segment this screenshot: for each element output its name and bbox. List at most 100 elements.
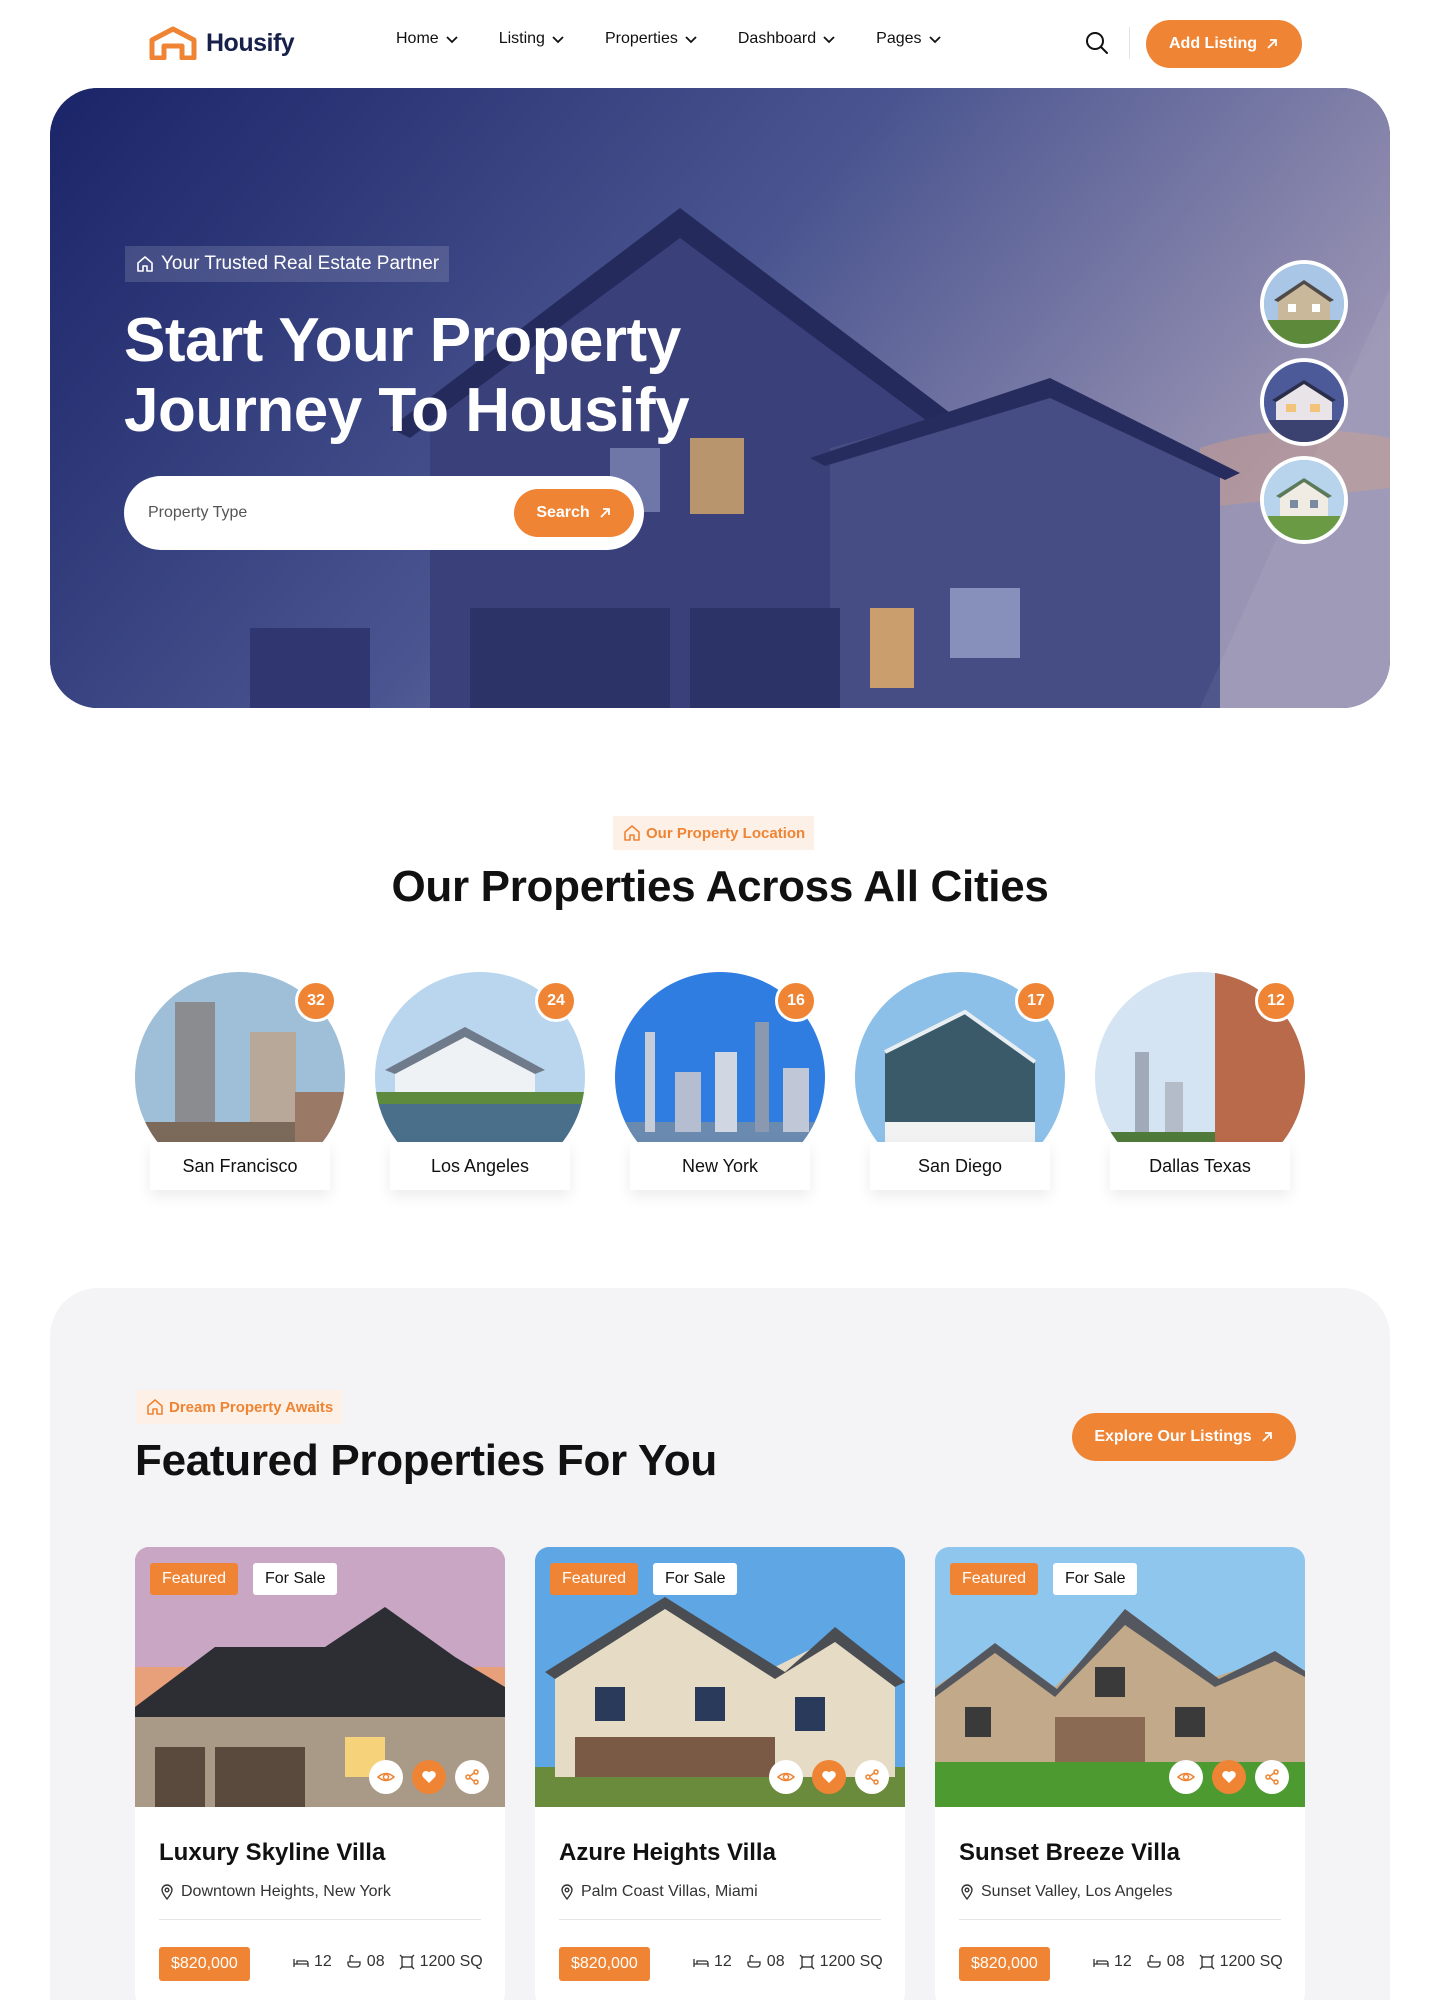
add-listing-button[interactable]: Add Listing — [1146, 20, 1302, 68]
baths-count: 08 — [366, 1953, 385, 1970]
baths-spec: 08 — [1146, 1953, 1185, 1971]
city-card-new-york[interactable]: 16 New York — [615, 972, 825, 1192]
location-pin-icon — [961, 1884, 973, 1900]
section-tag-text: Dream Property Awaits — [169, 1398, 334, 1416]
view-button[interactable] — [1169, 1760, 1203, 1794]
top-navbar: Housify Home Listing Properties Dashboar… — [0, 0, 1440, 88]
share-button[interactable] — [1255, 1760, 1289, 1794]
city-label: New York — [630, 1142, 810, 1190]
hero-thumbnail[interactable] — [1260, 456, 1348, 544]
baths-spec: 08 — [346, 1953, 385, 1971]
property-specs: 12 08 1200 SQ — [1093, 1953, 1283, 1971]
bath-icon — [1147, 1954, 1161, 1968]
menu-item-home[interactable]: Home — [396, 30, 459, 48]
menu-item-properties[interactable]: Properties — [605, 30, 698, 48]
hero-thumbnail[interactable] — [1260, 358, 1348, 446]
hero-banner: Your Trusted Real Estate Partner Start Y… — [50, 88, 1390, 708]
property-card[interactable]: Featured For Sale Azure Heights Villa Pa… — [535, 1547, 905, 2000]
featured-badge: Featured — [550, 1563, 639, 1595]
share-icon — [865, 1769, 879, 1785]
price-badge: $820,000 — [959, 1947, 1050, 1981]
beds-spec: 12 — [293, 1953, 332, 1971]
bed-icon — [693, 1959, 709, 1967]
explore-listings-button[interactable]: Explore Our Listings — [1072, 1413, 1296, 1461]
featured-badge: Featured — [150, 1563, 239, 1595]
favorite-button[interactable] — [412, 1760, 446, 1794]
menu-label: Listing — [498, 30, 545, 47]
property-specs: 12 08 1200 SQ — [293, 1953, 483, 1971]
address-text: Sunset Valley, Los Angeles — [981, 1883, 1173, 1900]
brand-logo[interactable]: Housify — [148, 26, 295, 60]
baths-count: 08 — [1166, 1953, 1185, 1970]
property-name: Azure Heights Villa — [559, 1839, 776, 1866]
home-icon — [147, 1399, 163, 1415]
city-card-los-angeles[interactable]: 24 Los Angeles — [375, 972, 585, 1192]
area-value: 1200 SQ — [419, 1953, 483, 1970]
city-card-san-diego[interactable]: 17 San Diego — [855, 972, 1065, 1192]
arrow-up-right-icon — [600, 508, 610, 518]
menu-item-pages[interactable]: Pages — [876, 30, 941, 48]
property-card[interactable]: Featured For Sale Luxury Skyline Villa D… — [135, 1547, 505, 2000]
menu-item-dashboard[interactable]: Dashboard — [738, 30, 836, 48]
house-thumbnail-image — [1264, 264, 1344, 344]
city-count-badge: 32 — [295, 980, 337, 1022]
eye-icon — [1177, 1772, 1195, 1782]
view-button[interactable] — [769, 1760, 803, 1794]
menu-label: Home — [396, 30, 439, 47]
baths-count: 08 — [766, 1953, 785, 1970]
hero-title-line: Start Your Property — [124, 306, 681, 375]
city-label: San Diego — [870, 1142, 1050, 1190]
house-thumbnail-image — [1264, 362, 1344, 442]
favorite-button[interactable] — [1212, 1760, 1246, 1794]
section-tag: Our Property Location — [613, 816, 815, 850]
property-type-input[interactable] — [148, 498, 488, 528]
address-text: Downtown Heights, New York — [181, 1883, 391, 1900]
price-badge: $820,000 — [559, 1947, 650, 1981]
search-button[interactable]: Search — [514, 489, 634, 537]
home-icon — [624, 825, 640, 841]
heart-icon — [1222, 1771, 1236, 1783]
property-address: Sunset Valley, Los Angeles — [959, 1883, 1173, 1901]
divider — [559, 1919, 881, 1920]
property-address: Downtown Heights, New York — [159, 1883, 391, 1901]
menu-label: Dashboard — [737, 30, 817, 47]
beds-count: 12 — [714, 1953, 732, 1970]
city-card-dallas-texas[interactable]: 12 Dallas Texas — [1095, 972, 1305, 1192]
eye-icon — [777, 1772, 795, 1782]
share-button[interactable] — [855, 1760, 889, 1794]
hero-search-bar: Search — [124, 476, 644, 550]
featured-badge: Featured — [950, 1563, 1039, 1595]
property-specs: 12 08 1200 SQ — [693, 1953, 883, 1971]
city-label: Dallas Texas — [1110, 1142, 1290, 1190]
favorite-button[interactable] — [812, 1760, 846, 1794]
beds-spec: 12 — [1093, 1953, 1132, 1971]
city-card-san-francisco[interactable]: 32 San Francisco — [135, 972, 345, 1192]
eye-icon — [377, 1772, 395, 1782]
property-card[interactable]: Featured For Sale Sunset Breeze Villa Su… — [935, 1547, 1305, 2000]
search-icon[interactable] — [1084, 30, 1110, 56]
status-badge: For Sale — [253, 1563, 338, 1595]
view-button[interactable] — [369, 1760, 403, 1794]
property-address: Palm Coast Villas, Miami — [559, 1883, 758, 1901]
property-name: Sunset Breeze Villa — [959, 1839, 1180, 1866]
area-icon — [1199, 1954, 1215, 1970]
location-pin-icon — [561, 1884, 573, 1900]
nav-divider — [1129, 27, 1130, 59]
hero-badge-text: Your Trusted Real Estate Partner — [161, 253, 440, 274]
hero-title: Start Your Property Journey To Housify — [124, 306, 724, 446]
area-value: 1200 SQ — [819, 1953, 883, 1970]
hero-thumbnail[interactable] — [1260, 260, 1348, 348]
section-tag-text: Our Property Location — [646, 824, 806, 842]
price-badge: $820,000 — [159, 1947, 250, 1981]
area-value: 1200 SQ — [1219, 1953, 1283, 1970]
menu-item-listing[interactable]: Listing — [499, 30, 565, 48]
chevron-down-icon — [928, 36, 941, 44]
heart-icon — [422, 1771, 436, 1783]
beds-count: 12 — [314, 1953, 332, 1970]
card-actions — [769, 1760, 889, 1794]
area-spec: 1200 SQ — [1199, 1953, 1283, 1971]
chevron-down-icon — [552, 36, 564, 44]
share-button[interactable] — [455, 1760, 489, 1794]
arrow-up-right-icon — [1262, 1432, 1272, 1442]
search-button-label: Search — [536, 504, 590, 521]
